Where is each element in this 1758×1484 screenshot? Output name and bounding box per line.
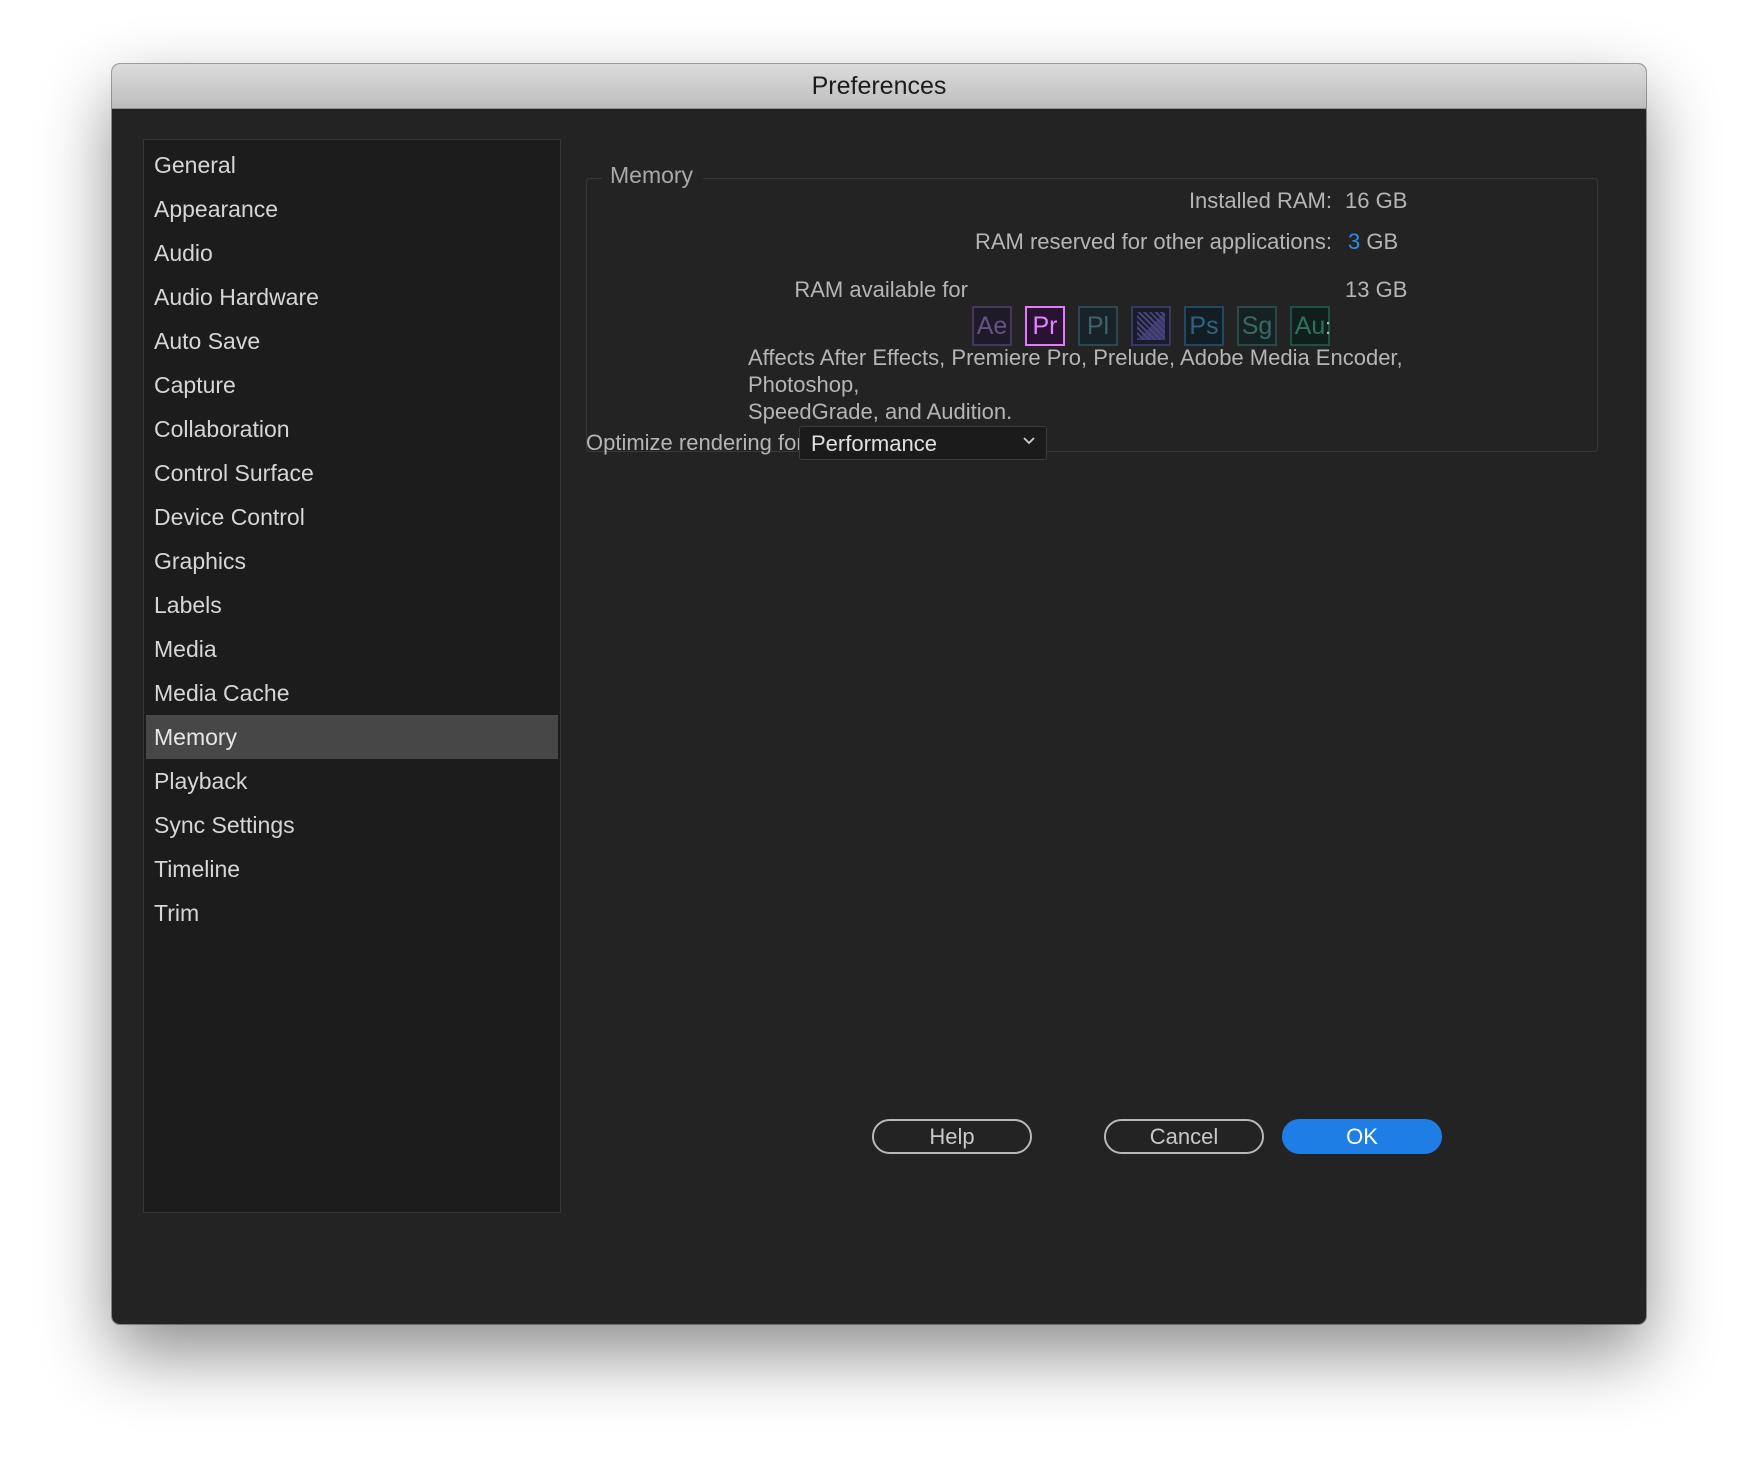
sidebar-item-auto-save[interactable]: Auto Save [146, 319, 558, 363]
sidebar-item-media[interactable]: Media [146, 627, 558, 671]
photoshop-icon: Ps [1184, 306, 1224, 346]
sidebar-item-graphics[interactable]: Graphics [146, 539, 558, 583]
sidebar-item-memory[interactable]: Memory [146, 715, 558, 759]
installed-ram-value: 16 GB [1345, 188, 1408, 213]
preferences-window: Preferences General Appearance Audio Aud… [112, 64, 1646, 1324]
help-button[interactable]: Help [872, 1119, 1032, 1154]
optimize-rendering-select[interactable]: Performance [799, 426, 1047, 460]
audition-icon: Au [1290, 306, 1330, 346]
optimize-rendering-value: Performance [811, 431, 937, 456]
chevron-down-icon [1023, 437, 1035, 445]
memory-note-line-2: SpeedGrade, and Audition. [748, 399, 1013, 424]
memory-note: Affects After Effects, Premiere Pro, Pre… [748, 344, 1468, 425]
memory-note-line-1: Affects After Effects, Premiere Pro, Pre… [748, 345, 1403, 397]
optimize-rendering-label: Optimize rendering for: [586, 430, 810, 455]
speedgrade-icon: Sg [1237, 306, 1277, 346]
sidebar-item-capture[interactable]: Capture [146, 363, 558, 407]
sidebar-item-trim[interactable]: Trim [146, 891, 558, 935]
ram-reserved-unit: GB [1366, 229, 1399, 254]
preferences-sidebar: General Appearance Audio Audio Hardware … [143, 139, 561, 1213]
after-effects-icon: Ae [972, 306, 1012, 346]
sidebar-item-audio-hardware[interactable]: Audio Hardware [146, 275, 558, 319]
sidebar-item-labels[interactable]: Labels [146, 583, 558, 627]
media-encoder-icon [1131, 306, 1171, 346]
sidebar-item-sync-settings[interactable]: Sync Settings [146, 803, 558, 847]
media-encoder-glyph [1137, 312, 1165, 340]
sidebar-item-media-cache[interactable]: Media Cache [146, 671, 558, 715]
app-icons-row: Ae Pr Pl Ps Sg Au [972, 306, 1330, 346]
sidebar-item-appearance[interactable]: Appearance [146, 187, 558, 231]
window-title: Preferences [112, 64, 1646, 109]
ok-button[interactable]: OK [1282, 1119, 1442, 1154]
sidebar-item-control-surface[interactable]: Control Surface [146, 451, 558, 495]
sidebar-item-audio[interactable]: Audio [146, 231, 558, 275]
ram-reserved-label: RAM reserved for other applications: [974, 229, 1332, 254]
ram-available-colon: : [1325, 314, 1332, 339]
premiere-pro-icon: Pr [1025, 306, 1065, 346]
ram-available-value: 13 GB [1345, 277, 1408, 302]
sidebar-item-general[interactable]: General [146, 143, 558, 187]
ram-available-label: RAM available for [794, 277, 968, 302]
sidebar-item-playback[interactable]: Playback [146, 759, 558, 803]
ram-reserved-value: 3 GB [1348, 229, 1398, 255]
sidebar-item-collaboration[interactable]: Collaboration [146, 407, 558, 451]
prelude-icon: Pl [1078, 306, 1118, 346]
memory-group-title: Memory [602, 162, 704, 189]
ram-reserved-number[interactable]: 3 [1348, 229, 1360, 254]
installed-ram-label: Installed RAM: [1188, 188, 1332, 213]
cancel-button[interactable]: Cancel [1104, 1119, 1264, 1154]
sidebar-item-timeline[interactable]: Timeline [146, 847, 558, 891]
sidebar-item-device-control[interactable]: Device Control [146, 495, 558, 539]
